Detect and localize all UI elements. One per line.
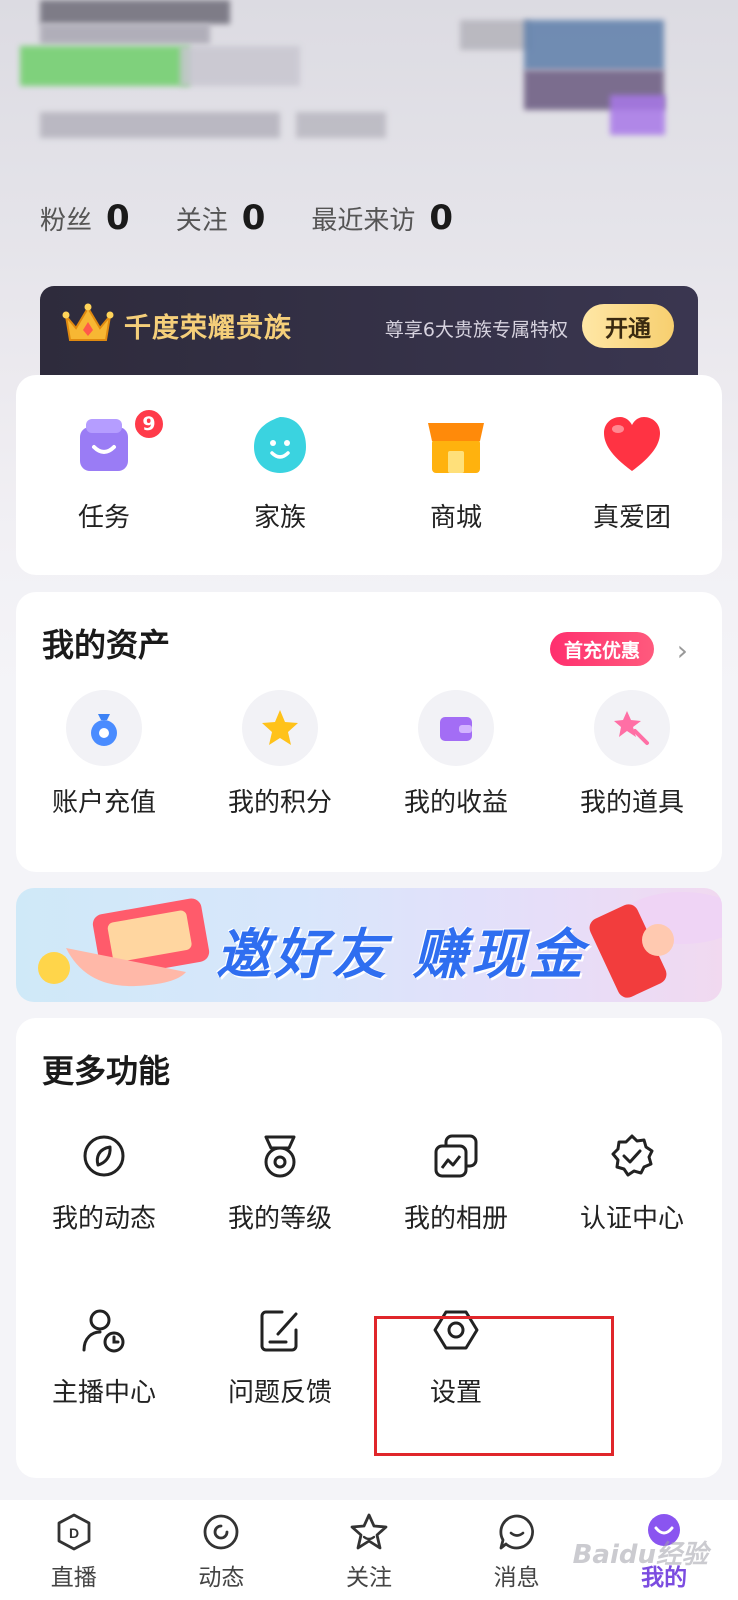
asset-label: 账户充值: [51, 788, 156, 818]
phone-hand-illustration: [38, 898, 210, 987]
stat-value: 0: [241, 198, 266, 238]
invite-banner-text: 邀好友 赚现金: [216, 923, 587, 986]
more-features-card: 更多功能 我的动态 我的等级 我的相册 认证中心 主播中心 问题反馈 设置: [16, 1018, 722, 1478]
medal-icon: [264, 1135, 296, 1178]
asset-label: 我的积分: [227, 788, 332, 818]
money-bag-icon: [66, 690, 142, 766]
feedback-icon: [260, 1310, 298, 1352]
feature-feedback[interactable]: 问题反馈: [192, 1306, 368, 1409]
feed-icon: [203, 1514, 239, 1550]
feature-verification-center[interactable]: 认证中心: [544, 1132, 720, 1235]
tab-live[interactable]: D 直播: [0, 1500, 148, 1600]
my-assets-card: 我的资产 首充优惠 › 账户充值 我的积分 我的收益 我的道具: [16, 592, 722, 872]
shop-icon: [428, 423, 484, 473]
baidu-watermark: Baidu经验: [572, 1540, 708, 1570]
tab-label: 动态: [198, 1565, 245, 1591]
crown-icon: [62, 302, 114, 346]
task-bag-icon: [80, 419, 128, 471]
asset-earnings[interactable]: 我的收益: [368, 690, 544, 819]
quick-action-shop[interactable]: 商城: [368, 413, 544, 534]
quick-action-label: 商城: [429, 503, 482, 533]
moments-icon: [83, 1135, 125, 1177]
feature-label: 我的等级: [227, 1204, 332, 1234]
feature-my-album[interactable]: 我的相册: [368, 1132, 544, 1235]
tab-following[interactable]: 关注: [295, 1500, 443, 1600]
wallet-icon: [418, 690, 494, 766]
asset-label: 我的道具: [579, 788, 684, 818]
feature-label: 我的相册: [403, 1204, 508, 1234]
stat-value: 0: [429, 198, 454, 238]
stat-label: 最近来访: [311, 206, 416, 236]
tab-label: 消息: [493, 1565, 540, 1591]
chevron-right-icon[interactable]: ›: [677, 634, 688, 667]
heart-icon: [604, 417, 660, 471]
feature-my-moments[interactable]: 我的动态: [16, 1132, 192, 1235]
phone-illustration: [589, 892, 722, 998]
stat-recent-visitors[interactable]: 最近来访 0: [311, 198, 453, 238]
open-noble-button[interactable]: 开通: [582, 304, 674, 348]
task-badge: 9: [132, 407, 166, 441]
asset-points[interactable]: 我的积分: [192, 690, 368, 819]
feature-my-level[interactable]: 我的等级: [192, 1132, 368, 1235]
wand-icon: [594, 690, 670, 766]
stat-label: 关注: [175, 206, 228, 236]
first-recharge-badge[interactable]: 首充优惠: [549, 632, 654, 666]
stat-label: 粉丝: [40, 206, 93, 236]
quick-action-family[interactable]: 家族: [192, 413, 368, 534]
asset-recharge[interactable]: 账户充值: [16, 690, 192, 819]
noble-description: 尊享6大贵族专属特权: [384, 319, 568, 341]
family-icon: [254, 417, 306, 473]
section-title: 我的资产: [42, 626, 171, 664]
svg-text:D: D: [69, 1525, 79, 1541]
quick-action-true-love[interactable]: 真爱团: [544, 413, 720, 534]
task-badge-count: 9: [142, 413, 156, 435]
star-outline-icon: [350, 1513, 388, 1550]
feature-label: 我的动态: [51, 1204, 156, 1234]
noble-membership-banner[interactable]: 千度荣耀贵族 尊享6大贵族专属特权 开通: [40, 286, 698, 378]
stat-value: 0: [106, 198, 130, 238]
section-title: 更多功能: [42, 1052, 171, 1090]
quick-action-task[interactable]: 9 任务: [16, 407, 192, 534]
stat-following[interactable]: 关注 0: [176, 198, 266, 238]
feature-streamer-center[interactable]: 主播中心: [16, 1306, 192, 1409]
quick-action-label: 任务: [77, 503, 130, 533]
quick-action-label: 家族: [253, 503, 306, 533]
feature-label: 认证中心: [579, 1204, 684, 1234]
profile-stats: 粉丝 0 关注 0 最近来访 0: [40, 198, 499, 238]
quick-action-label: 真爱团: [592, 503, 671, 533]
invite-friends-banner[interactable]: 邀好友 赚现金: [16, 888, 722, 1002]
album-icon: [434, 1134, 478, 1178]
tab-feed[interactable]: 动态: [148, 1500, 296, 1600]
star-icon: [242, 690, 318, 766]
settings-highlight-box: [374, 1316, 614, 1456]
tab-label: 关注: [345, 1565, 392, 1591]
asset-label: 我的收益: [403, 788, 508, 818]
stat-fans[interactable]: 粉丝 0: [40, 198, 130, 238]
asset-props[interactable]: 我的道具: [544, 690, 720, 819]
feature-label: 主播中心: [51, 1378, 156, 1408]
tab-messages[interactable]: 消息: [443, 1500, 591, 1600]
live-icon: D: [57, 1513, 91, 1551]
verified-icon: [611, 1134, 654, 1177]
streamer-icon: [82, 1309, 125, 1353]
feature-label: 问题反馈: [227, 1378, 332, 1408]
quick-actions-card: 9 任务 家族 商城 真爱团: [16, 375, 722, 575]
tab-label: 直播: [50, 1565, 97, 1591]
message-icon: [499, 1514, 534, 1550]
noble-title: 千度荣耀贵族: [124, 313, 292, 344]
